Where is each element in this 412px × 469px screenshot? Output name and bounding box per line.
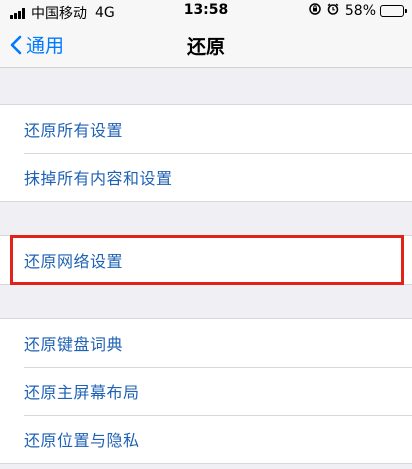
battery-icon: [380, 5, 407, 17]
reset-home-screen-layout-row[interactable]: 还原主屏幕布局: [0, 367, 412, 415]
alarm-icon: [327, 3, 339, 19]
reset-group-3: 还原键盘词典 还原主屏幕布局 还原位置与隐私: [0, 318, 412, 464]
erase-all-content-row[interactable]: 抹掉所有内容和设置: [0, 153, 412, 201]
reset-network-settings-row[interactable]: 还原网络设置: [0, 236, 412, 284]
navigation-bar: 通用 还原: [0, 22, 412, 68]
reset-keyboard-dictionary-row[interactable]: 还原键盘词典: [0, 319, 412, 367]
reset-group-1: 还原所有设置 抹掉所有内容和设置: [0, 104, 412, 202]
status-right: 58%: [309, 3, 407, 19]
row-label: 还原键盘词典: [24, 335, 124, 354]
reset-location-privacy-row[interactable]: 还原位置与隐私: [0, 415, 412, 463]
status-bar: 中国移动 4G 13:58 58%: [0, 0, 412, 22]
row-label: 抹掉所有内容和设置: [24, 169, 173, 188]
reset-all-settings-row[interactable]: 还原所有设置: [0, 105, 412, 153]
battery-percent: 58%: [344, 3, 376, 19]
lock-rotation-icon: [309, 3, 321, 19]
row-label: 还原位置与隐私: [24, 431, 140, 450]
row-label: 还原网络设置: [24, 252, 124, 271]
page-title: 还原: [186, 36, 225, 58]
row-label: 还原主屏幕布局: [24, 383, 140, 402]
reset-group-2: 还原网络设置: [0, 235, 412, 285]
row-label: 还原所有设置: [24, 121, 124, 140]
